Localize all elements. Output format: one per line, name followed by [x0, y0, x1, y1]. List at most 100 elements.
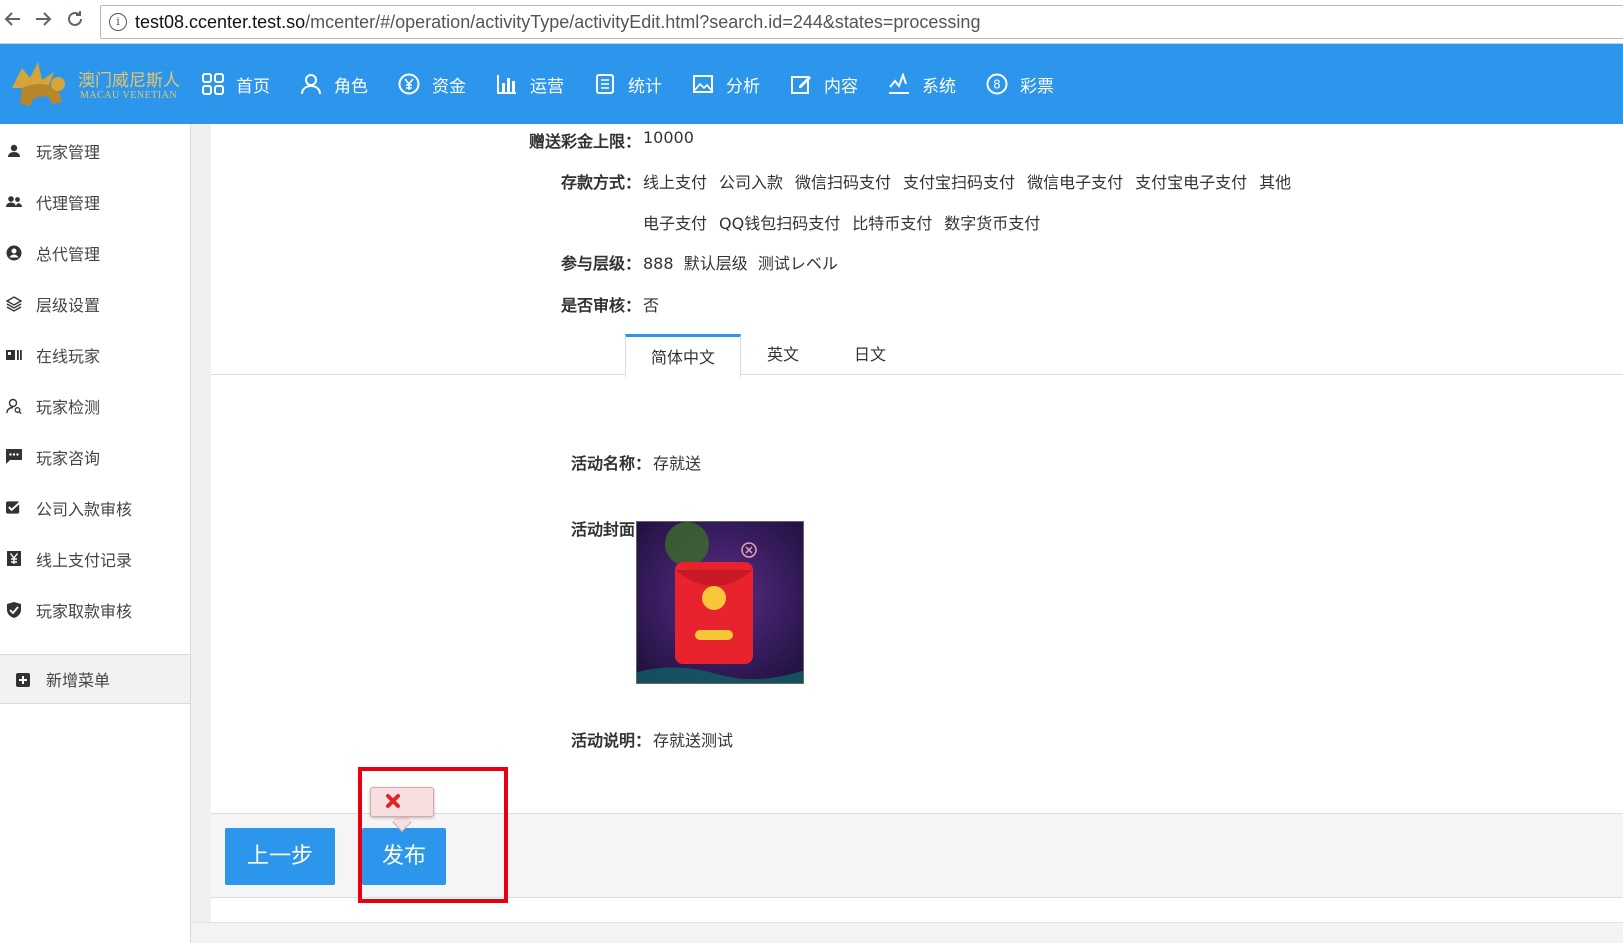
sidebar-item-label: 公司入款审核 [36, 499, 133, 519]
user-search-icon [6, 398, 22, 414]
activity-name-label: 活动名称： [570, 454, 651, 473]
deposit-method: 支付宝扫码支付 [903, 173, 1016, 192]
tab-simplified-chinese[interactable]: 简体中文 [625, 334, 741, 377]
winged-lion-icon [12, 62, 65, 106]
back-button[interactable] [0, 8, 26, 34]
user-icon [298, 71, 324, 97]
layers-icon [6, 295, 22, 312]
red-envelope-image [637, 522, 803, 683]
add-menu-button[interactable]: 新增菜单 [0, 654, 190, 704]
sidebar-item-label: 玩家管理 [36, 142, 101, 162]
nav-home-label: 首页 [236, 76, 270, 97]
tab-divider [211, 374, 1623, 375]
review-label: 是否审核： [560, 296, 641, 315]
nav-lottery-label: 彩票 [1020, 76, 1054, 97]
sidebar-item-player-consult[interactable]: 玩家咨询 [0, 430, 190, 483]
arrow-left-icon [4, 12, 20, 26]
nav-statistics[interactable]: 统计 [592, 44, 662, 124]
sidebar-item-level-settings[interactable]: 层级设置 [0, 277, 190, 330]
users-icon [6, 194, 22, 210]
bonus-limit-label: 赠送彩金上限： [528, 132, 641, 151]
sidebar-item-player-management[interactable]: 玩家管理 [0, 124, 190, 177]
reload-button[interactable] [62, 8, 88, 34]
review-value: 否 [643, 296, 660, 315]
activity-cover-label: 活动封面： [570, 520, 651, 539]
nav-operation[interactable]: 运营 [494, 44, 564, 124]
levels-value: 888 默认层级 测试レベル [643, 254, 838, 273]
deposit-methods-row2: 电子支付 QQ钱包扫码支付 比特币支付 数字货币支付 [643, 210, 1052, 234]
deposit-method: 线上支付 [643, 173, 708, 192]
deposit-method: 公司入款 [719, 173, 784, 192]
arrow-right-icon [36, 12, 52, 26]
id-card-icon [6, 347, 22, 363]
deposit-method: 其他 [1259, 173, 1292, 192]
url-host: test08.ccenter.test.so [135, 12, 306, 32]
nav-home[interactable]: 首页 [200, 44, 270, 124]
activity-name-value: 存就送 [653, 454, 702, 473]
url-path: /mcenter/#/operation/activityType/activi… [305, 12, 981, 32]
nav-system[interactable]: 系统 [886, 44, 956, 124]
tab-japanese[interactable]: 日文 [825, 334, 915, 376]
nav-statistics-label: 统计 [628, 76, 662, 97]
nav-system-label: 系统 [922, 76, 956, 97]
shield-check-icon [6, 601, 22, 618]
activity-cover-image [636, 521, 804, 684]
previous-step-button[interactable]: 上一步 [225, 828, 335, 885]
nav-role[interactable]: 角色 [298, 44, 368, 124]
nav-role-label: 角色 [334, 76, 368, 97]
deposit-method: 支付宝电子支付 [1135, 173, 1248, 192]
sidebar-item-label: 玩家检测 [36, 397, 101, 417]
nav-operation-label: 运营 [530, 76, 564, 97]
sidebar-item-label: 玩家取款审核 [36, 601, 133, 621]
sidebar-item-label: 在线玩家 [36, 346, 101, 366]
nav-analysis[interactable]: 分析 [690, 44, 760, 124]
chat-icon [6, 449, 22, 465]
browser-toolbar: i test08.ccenter.test.so/mcenter/#/opera… [0, 0, 1623, 44]
deposit-method: 比特币支付 [852, 214, 933, 233]
sidebar-item-online-payment-record[interactable]: 线上支付记录 [0, 532, 190, 585]
logo[interactable]: 澳门威尼斯人 MACAU VENETIAN [8, 58, 180, 110]
plus-square-icon [16, 672, 30, 687]
sidebar-item-agent-management[interactable]: 代理管理 [0, 175, 190, 228]
deposit-method: 电子支付 [643, 214, 708, 233]
forward-button[interactable] [30, 8, 56, 34]
tab-english[interactable]: 英文 [741, 334, 825, 376]
logo-en-text: MACAU VENETIAN [80, 90, 178, 101]
sidebar-item-player-withdraw-review[interactable]: 玩家取款审核 [0, 583, 190, 636]
user-icon [6, 143, 22, 159]
app-header: 澳门威尼斯人 MACAU VENETIAN 首页 角色 资金 运营 统计 分析 [0, 44, 1623, 124]
nav-funds[interactable]: 资金 [396, 44, 466, 124]
deposit-method: 微信扫码支付 [795, 173, 892, 192]
deposit-method: 微信电子支付 [1027, 173, 1124, 192]
error-tooltip [370, 787, 434, 817]
deposit-method: QQ钱包扫码支付 [719, 214, 841, 233]
lottery-icon: 8 [984, 71, 1010, 97]
nav-analysis-label: 分析 [726, 76, 760, 97]
add-menu-label: 新增菜单 [46, 671, 111, 690]
bottom-strip [191, 922, 1623, 943]
nav-lottery[interactable]: 8 彩票 [984, 44, 1054, 124]
edit-icon [788, 71, 814, 97]
reload-icon [68, 11, 82, 26]
activity-desc-label: 活动说明： [570, 731, 651, 750]
sidebar-item-company-deposit-review[interactable]: 公司入款审核 [0, 481, 190, 534]
image-icon [690, 71, 716, 97]
info-icon[interactable]: i [109, 13, 127, 31]
nav-content[interactable]: 内容 [788, 44, 858, 124]
sidebar-item-general-agent[interactable]: 总代管理 [0, 226, 190, 279]
url-text: test08.ccenter.test.so/mcenter/#/operati… [135, 12, 980, 33]
sidebar-item-player-check[interactable]: 玩家检测 [0, 379, 190, 432]
sidebar-item-online-players[interactable]: 在线玩家 [0, 328, 190, 381]
bar-chart-icon [494, 71, 520, 97]
bonus-limit-value: 10000 [643, 128, 694, 147]
list-icon [592, 71, 618, 97]
user-circle-icon [6, 245, 22, 261]
sidebar-item-label: 线上支付记录 [36, 550, 133, 570]
levels-label: 参与层级： [560, 254, 641, 273]
deposit-methods-label: 存款方式： [560, 173, 641, 192]
sidebar-item-label: 总代管理 [36, 244, 101, 264]
yen-square-icon [6, 551, 22, 567]
address-bar[interactable]: i test08.ccenter.test.so/mcenter/#/opera… [100, 5, 1623, 39]
top-nav: 首页 角色 资金 运营 统计 分析 内容 系统 8 彩票 [200, 44, 1082, 124]
close-icon [386, 794, 400, 808]
